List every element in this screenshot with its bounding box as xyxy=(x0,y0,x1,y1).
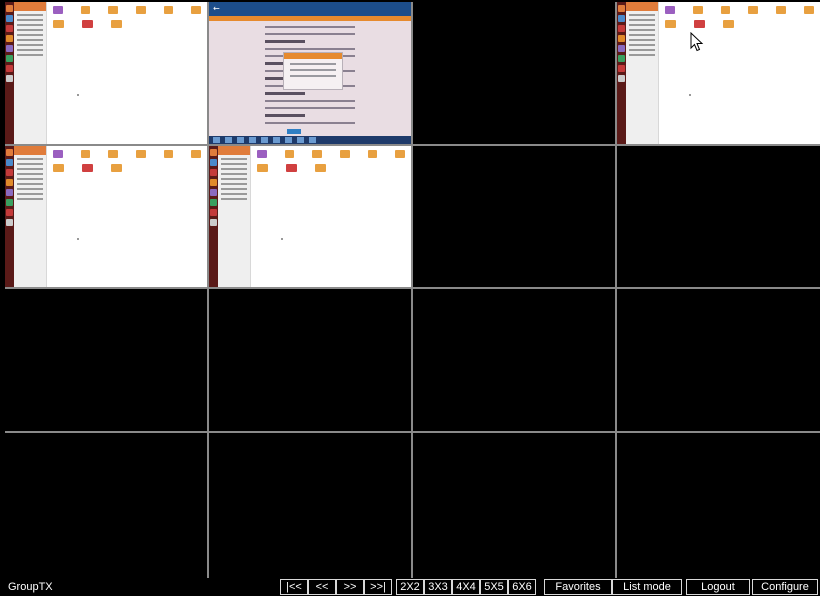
grid-cell-13[interactable] xyxy=(5,433,207,578)
layout-6x6-button[interactable]: 6X6 xyxy=(508,579,536,595)
layout-3x3-button[interactable]: 3X3 xyxy=(424,579,452,595)
grid-cell-9[interactable] xyxy=(5,289,207,431)
places-panel xyxy=(14,146,47,287)
grid-cell-14[interactable] xyxy=(209,433,411,578)
places-panel xyxy=(626,2,659,144)
configure-button[interactable]: Configure xyxy=(752,579,818,595)
grid-cell-12[interactable] xyxy=(617,289,820,431)
launcher-bar xyxy=(209,146,218,287)
grid-cell-2[interactable]: ← xyxy=(209,2,411,144)
video-wall-grid: ← xyxy=(5,2,820,578)
launcher-bar xyxy=(617,2,626,144)
favorites-button[interactable]: Favorites xyxy=(544,579,612,595)
grid-cell-1[interactable] xyxy=(5,2,207,144)
file-manager-thumbnail xyxy=(5,146,207,287)
taskbar xyxy=(209,136,411,144)
warning-dialog xyxy=(283,52,343,90)
folder-icons xyxy=(53,150,202,178)
grid-cell-10[interactable] xyxy=(209,289,411,431)
back-arrow-icon: ← xyxy=(213,4,220,13)
group-name-label: GroupTX xyxy=(8,581,53,593)
logout-button[interactable]: Logout xyxy=(686,579,750,595)
file-manager-thumbnail xyxy=(5,2,207,144)
places-panel xyxy=(14,2,47,144)
grid-cell-5[interactable] xyxy=(5,146,207,287)
file-manager-thumbnail xyxy=(209,146,411,287)
last-page-button[interactable]: >>| xyxy=(364,579,392,595)
grid-cell-11[interactable] xyxy=(413,289,615,431)
grid-cell-3[interactable] xyxy=(413,2,615,144)
apply-button-thumbnail xyxy=(287,129,301,134)
grid-cell-16[interactable] xyxy=(617,433,820,578)
layout-4x4-button[interactable]: 4X4 xyxy=(452,579,480,595)
folder-icons xyxy=(257,150,406,178)
places-panel xyxy=(218,146,251,287)
first-page-button[interactable]: |<< xyxy=(280,579,308,595)
next-page-button[interactable]: >> xyxy=(336,579,364,595)
grid-cell-7[interactable] xyxy=(413,146,615,287)
grid-cell-4[interactable] xyxy=(617,2,820,144)
grid-cell-15[interactable] xyxy=(413,433,615,578)
grid-cell-6[interactable] xyxy=(209,146,411,287)
folder-icons xyxy=(53,6,202,34)
launcher-bar xyxy=(5,2,14,144)
folder-icons xyxy=(665,6,814,34)
list-mode-button[interactable]: List mode xyxy=(612,579,682,595)
file-manager-thumbnail xyxy=(617,2,820,144)
layout-2x2-button[interactable]: 2X2 xyxy=(396,579,424,595)
mouse-cursor-icon xyxy=(690,32,704,52)
bottom-toolbar: GroupTX |<< << >> >>| 2X2 3X3 4X4 5X5 6X… xyxy=(0,578,820,596)
web-settings-thumbnail: ← xyxy=(209,2,411,144)
previous-page-button[interactable]: << xyxy=(308,579,336,595)
launcher-bar xyxy=(5,146,14,287)
grid-cell-8[interactable] xyxy=(617,146,820,287)
layout-5x5-button[interactable]: 5X5 xyxy=(480,579,508,595)
